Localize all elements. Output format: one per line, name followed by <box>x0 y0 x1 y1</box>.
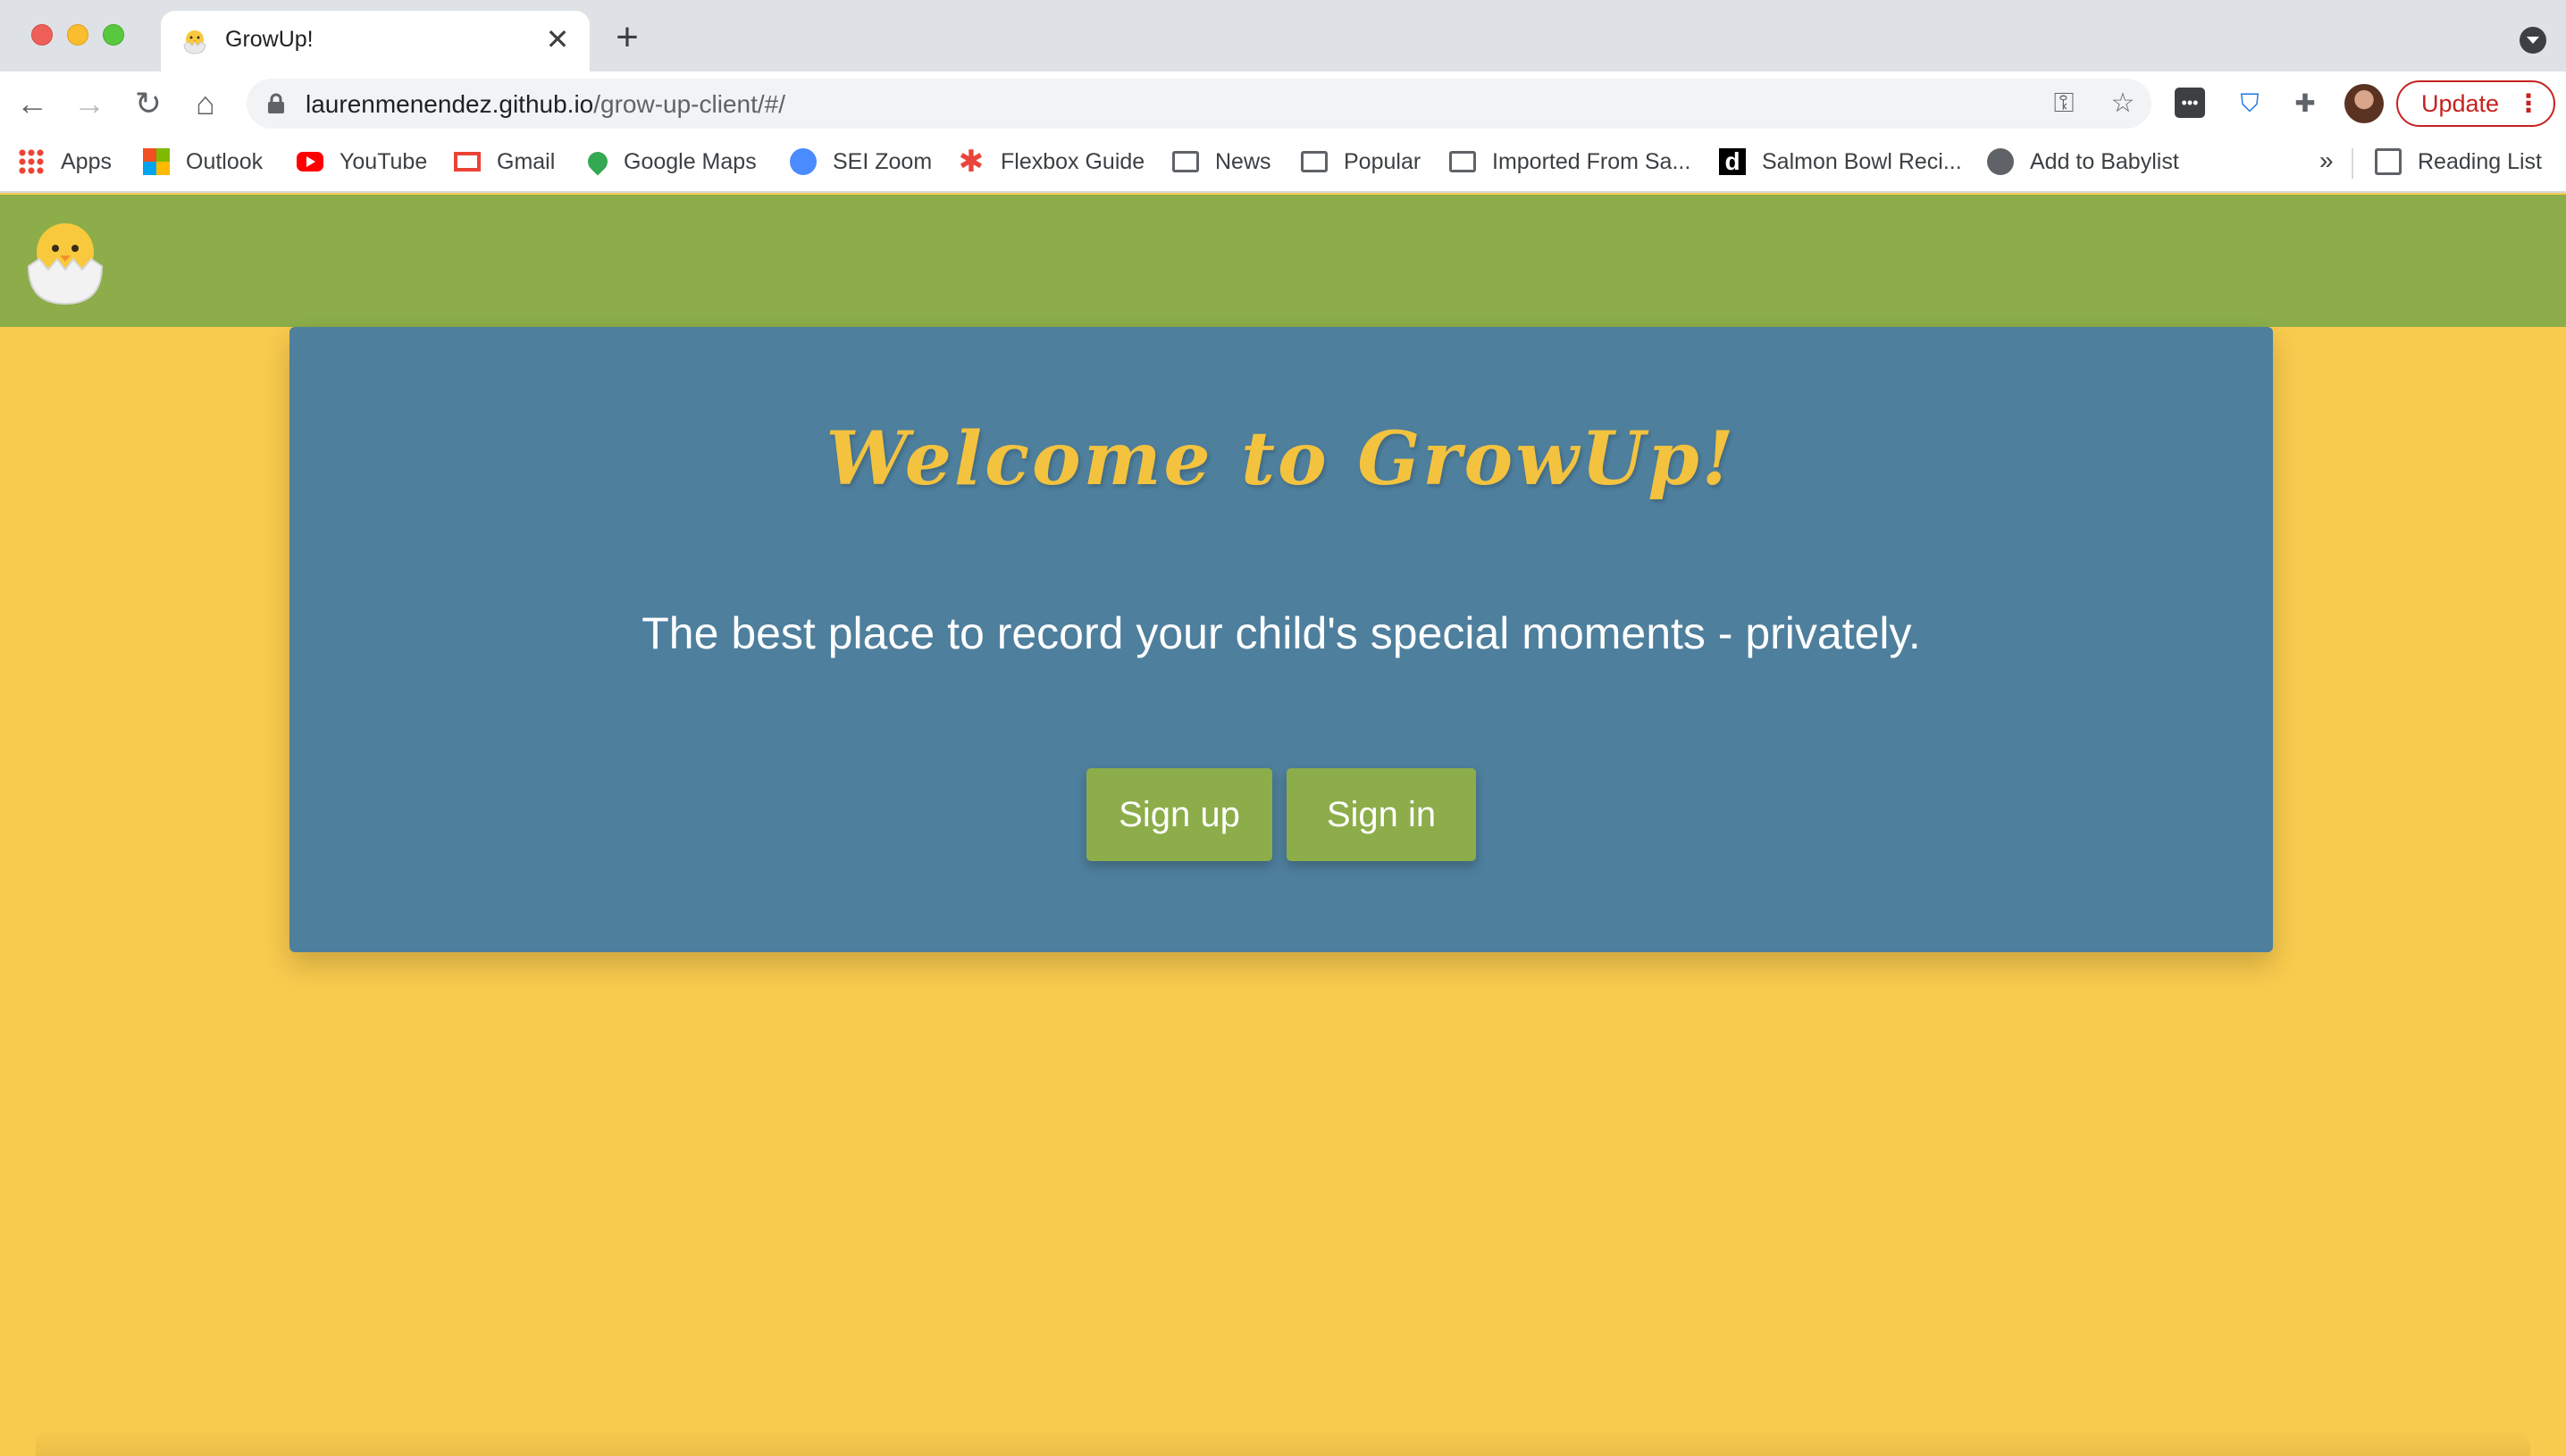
maps-pin-icon <box>583 147 612 176</box>
bookmark-youtube[interactable]: YouTube <box>297 145 427 179</box>
zoom-icon <box>790 148 817 175</box>
active-tab[interactable]: GrowUp! ✕ <box>161 11 590 71</box>
bookmark-label: Google Maps <box>624 148 757 174</box>
app-header <box>0 195 2566 327</box>
bookmark-label: Gmail <box>497 148 556 174</box>
password-manager-extension-icon[interactable]: ••• <box>2175 88 2205 118</box>
bookmark-label: Apps <box>61 148 112 174</box>
asterisk-icon: ✱ <box>958 145 985 179</box>
tab-close-icon[interactable]: ✕ <box>541 23 574 55</box>
bookmark-outlook[interactable]: Outlook <box>143 145 263 179</box>
url-domain: laurenmenendez.github.io <box>306 90 594 118</box>
bookmark-gmail[interactable]: Gmail <box>454 145 555 179</box>
tab-title: GrowUp! <box>225 27 314 52</box>
bookmarks-divider <box>2352 148 2353 179</box>
window-zoom-button[interactable] <box>103 24 124 46</box>
url-text[interactable]: laurenmenendez.github.io/grow-up-client/… <box>306 90 785 119</box>
outlook-icon <box>143 148 170 175</box>
bookmark-label: Salmon Bowl Reci... <box>1762 148 1962 174</box>
folder-icon <box>1449 151 1476 172</box>
forward-arrow-icon[interactable]: → <box>68 82 111 125</box>
globe-icon <box>1987 148 2014 175</box>
bookmark-sei-zoom[interactable]: SEI Zoom <box>790 145 932 179</box>
bookmark-add-to-babylist[interactable]: Add to Babylist <box>1987 145 2179 179</box>
bookmark-label: YouTube <box>340 148 428 174</box>
update-button[interactable]: Update ⋮ <box>2396 80 2555 127</box>
bookmarks-overflow-chevron-icon[interactable]: » <box>2319 146 2334 175</box>
reading-list-button[interactable]: Reading List <box>2375 145 2542 179</box>
hatching-chick-logo-icon[interactable] <box>25 214 105 307</box>
address-bar[interactable]: laurenmenendez.github.io/grow-up-client/… <box>247 79 2151 129</box>
gmail-icon <box>454 152 481 172</box>
bookmark-popular[interactable]: Popular <box>1301 145 1421 179</box>
browser-toolbar: ← → ↻ ⌂ laurenmenendez.github.io/grow-up… <box>0 71 2566 136</box>
apps-grid-icon <box>18 148 45 175</box>
bookmark-label: Imported From Sa... <box>1492 148 1691 174</box>
reading-list-icon <box>2375 148 2402 175</box>
browser-tab-bar: GrowUp! ✕ + <box>0 0 2566 71</box>
new-tab-plus-icon[interactable]: + <box>608 18 647 59</box>
window-minimize-button[interactable] <box>67 24 88 46</box>
key-icon[interactable]: ⚿ <box>2048 88 2080 120</box>
url-path: /grow-up-client/#/ <box>593 90 785 118</box>
bookmark-label: SEI Zoom <box>833 148 933 174</box>
folder-icon <box>1301 151 1328 172</box>
shield-extension-icon[interactable]: ⛉ <box>2234 88 2266 120</box>
page-title: Welcome to GrowUp! <box>826 416 1737 502</box>
bookmark-label: Add to Babylist <box>2030 148 2179 174</box>
bookmark-label: News <box>1215 148 1271 174</box>
extensions-puzzle-icon[interactable]: ✚ <box>2289 88 2321 120</box>
youtube-icon <box>297 152 323 172</box>
bookmarks-bar: Apps Outlook YouTube Gmail Google Maps S… <box>0 136 2566 193</box>
window-close-button[interactable] <box>31 24 53 46</box>
home-icon[interactable]: ⌂ <box>184 82 227 125</box>
bookmark-label: Popular <box>1344 148 1421 174</box>
bookmark-flexbox-guide[interactable]: ✱ Flexbox Guide <box>958 145 1145 179</box>
folder-icon <box>1172 151 1199 172</box>
bookmark-label: Flexbox Guide <box>1001 148 1145 174</box>
d-logo-icon: d <box>1719 148 1746 175</box>
lock-icon <box>268 93 284 113</box>
page-subtitle: The best place to record your child's sp… <box>642 608 1921 658</box>
reading-list-label: Reading List <box>2418 148 2542 174</box>
bookmark-imported[interactable]: Imported From Sa... <box>1449 145 1690 179</box>
bookmark-news[interactable]: News <box>1172 145 1271 179</box>
star-bookmark-icon[interactable]: ☆ <box>2107 88 2139 120</box>
sign-up-button[interactable]: Sign up <box>1086 768 1272 861</box>
back-arrow-icon[interactable]: ← <box>11 82 54 125</box>
bottom-shadow-divider <box>36 1429 2530 1456</box>
bookmark-salmon-bowl[interactable]: d Salmon Bowl Reci... <box>1719 145 1962 179</box>
update-label: Update <box>2421 90 2500 117</box>
tab-search-icon[interactable] <box>2520 27 2546 54</box>
sign-in-button[interactable]: Sign in <box>1287 768 1476 861</box>
chick-favicon-icon <box>183 30 206 54</box>
bookmark-apps[interactable]: Apps <box>18 145 112 179</box>
welcome-card: Welcome to GrowUp! The best place to rec… <box>289 327 2273 952</box>
profile-avatar[interactable] <box>2344 84 2384 123</box>
kebab-menu-icon[interactable]: ⋮ <box>2516 82 2541 125</box>
bookmark-label: Outlook <box>186 148 264 174</box>
bookmark-google-maps[interactable]: Google Maps <box>583 145 757 179</box>
reload-icon[interactable]: ↻ <box>127 82 170 125</box>
